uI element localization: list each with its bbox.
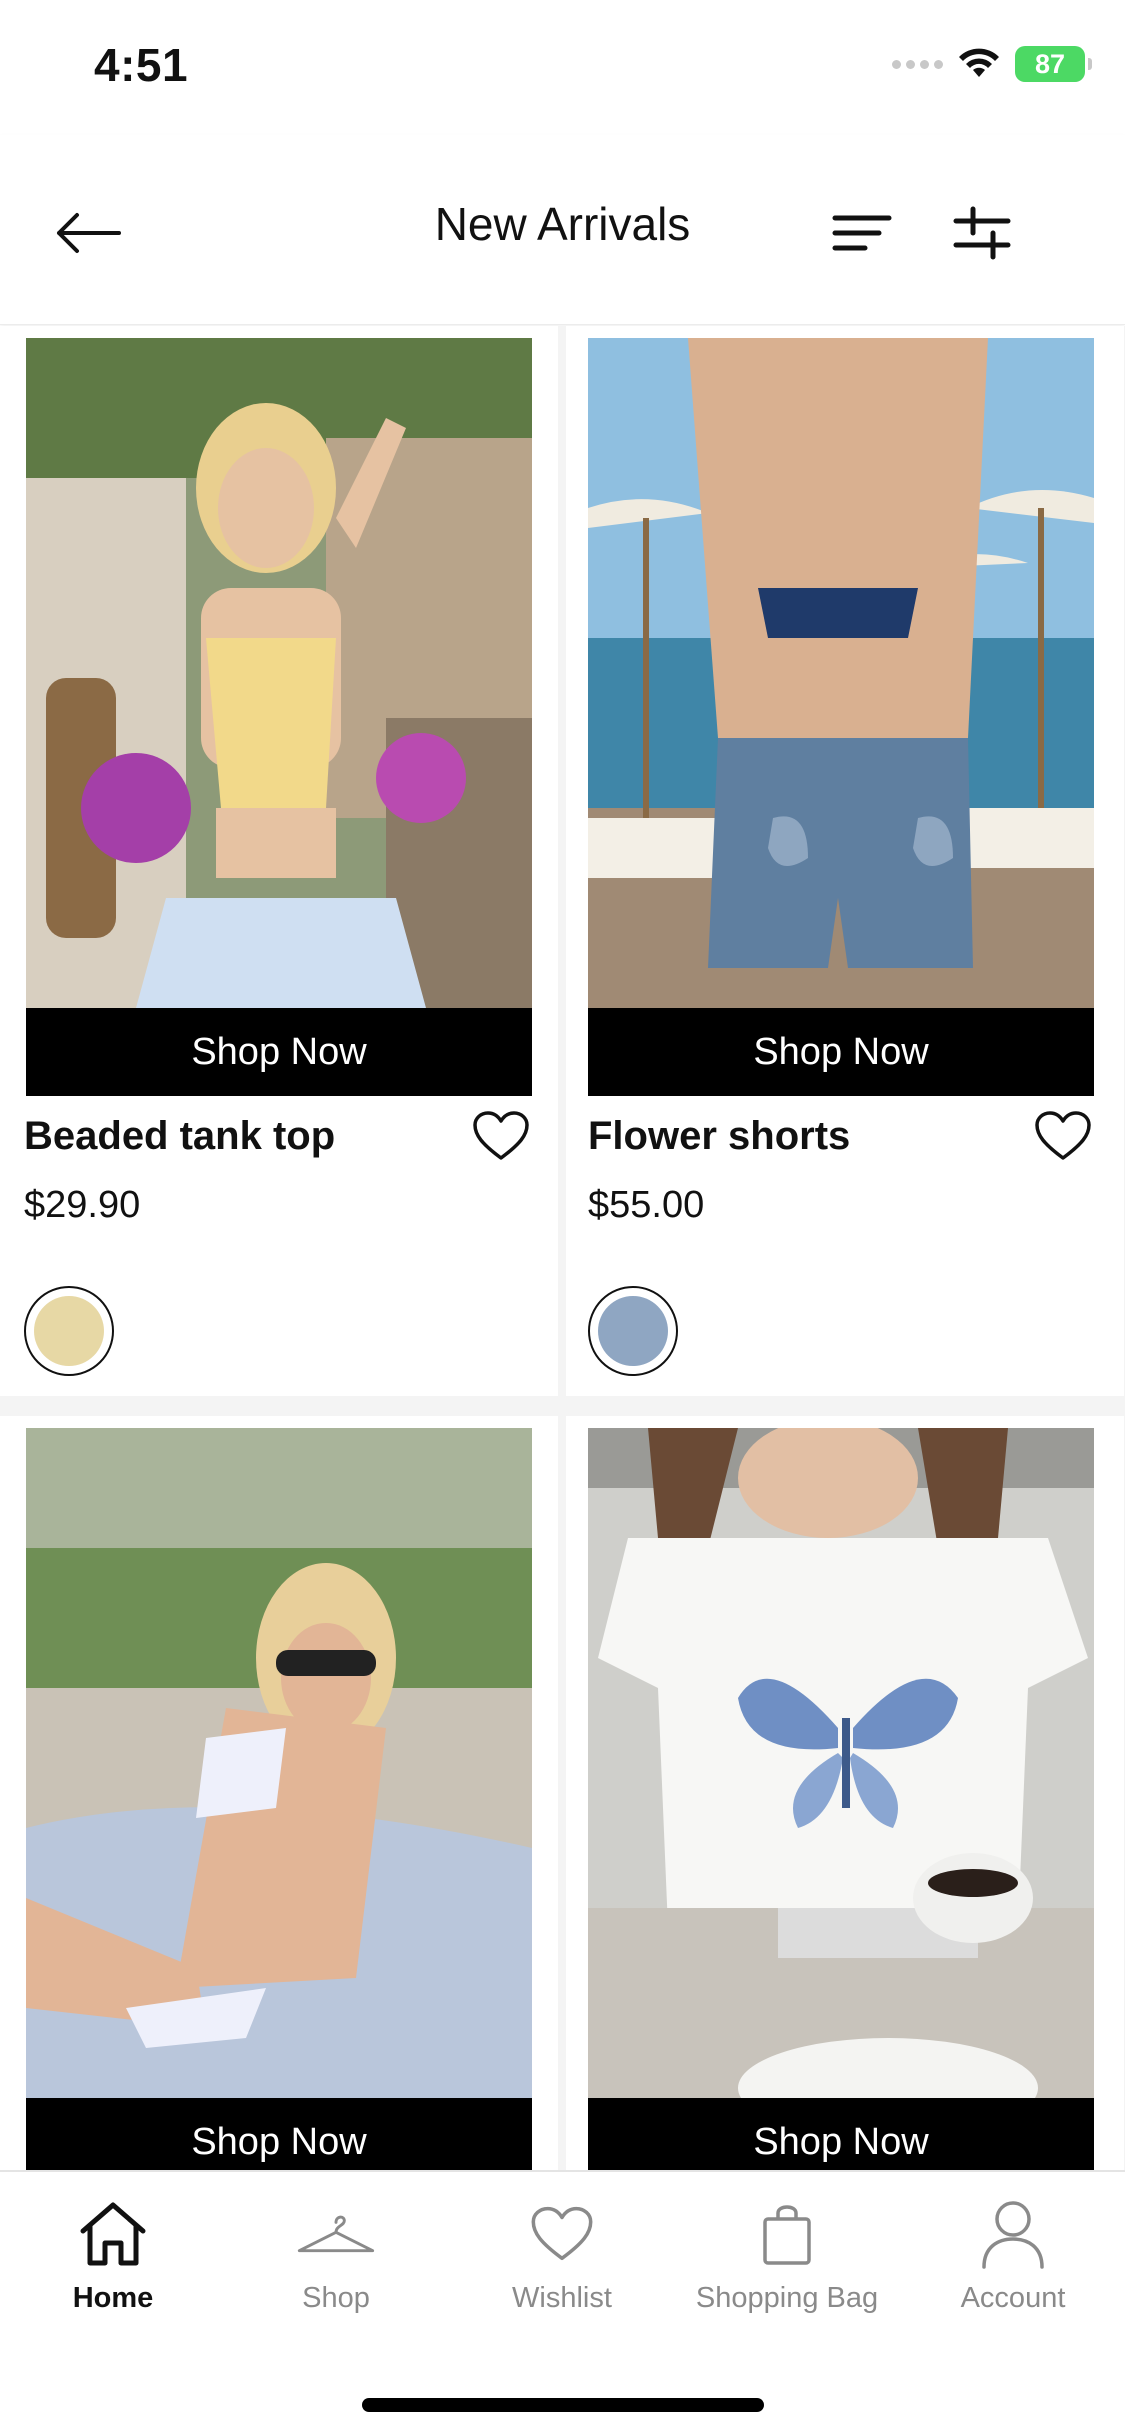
product-name[interactable]: Flower shorts	[588, 1114, 850, 1159]
product-photo[interactable]	[26, 338, 532, 1008]
status-time: 4:51	[94, 39, 189, 91]
person-icon	[973, 2196, 1053, 2272]
product-photo[interactable]	[588, 338, 1094, 1008]
bottom-tab-bar: Home Shop Wishlist Shopping Bag Account	[0, 2170, 1125, 2436]
bag-icon	[747, 2196, 827, 2272]
sort-lines-icon	[832, 215, 892, 251]
house-icon	[73, 2196, 153, 2272]
color-swatch[interactable]	[24, 1286, 114, 1376]
shop-now-button[interactable]: Shop Now	[26, 1008, 532, 1096]
wishlist-button[interactable]	[470, 1106, 532, 1166]
heart-icon	[473, 1111, 529, 1160]
product-price: $55.00	[588, 1184, 705, 1226]
heart-icon	[522, 2196, 602, 2272]
shop-now-button[interactable]: Shop Now	[588, 2098, 1094, 2171]
product-photo[interactable]	[26, 1428, 532, 2098]
shop-now-button[interactable]: Shop Now	[588, 1008, 1094, 1096]
tab-label: Wishlist	[512, 2282, 612, 2314]
tab-label: Shop	[302, 2282, 370, 2314]
home-indicator[interactable]	[362, 2398, 764, 2412]
product-photo[interactable]	[588, 1428, 1094, 2098]
wishlist-button[interactable]	[1032, 1106, 1094, 1166]
cellular-signal-icon	[892, 59, 943, 69]
sliders-icon	[953, 206, 1011, 260]
tab-account[interactable]: Account	[903, 2196, 1123, 2326]
product-grid: Shop Now Beaded tank top $29.90 Shop Now…	[0, 326, 1125, 2171]
heart-icon	[1035, 1111, 1091, 1160]
product-card[interactable]: Shop Now	[566, 1416, 1124, 2171]
shop-now-button[interactable]: Shop Now	[26, 2098, 532, 2171]
tab-wishlist[interactable]: Wishlist	[452, 2196, 672, 2326]
battery-level: 87	[1034, 48, 1066, 79]
top-nav-bar: New Arrivals	[0, 135, 1125, 325]
tab-home[interactable]: Home	[3, 2196, 223, 2326]
filter-button[interactable]	[944, 195, 1020, 271]
wifi-icon	[959, 48, 999, 77]
hanger-icon	[296, 2196, 376, 2272]
tab-label: Account	[960, 2282, 1066, 2314]
tab-label: Shopping Bag	[695, 2282, 879, 2314]
product-name[interactable]: Beaded tank top	[24, 1114, 335, 1159]
tab-shop[interactable]: Shop	[226, 2196, 446, 2326]
color-swatch-fill	[598, 1296, 668, 1366]
tab-label: Home	[72, 2282, 154, 2314]
product-card[interactable]: Shop Now Flower shorts $55.00	[566, 326, 1124, 1396]
tab-shopping-bag[interactable]: Shopping Bag	[677, 2196, 897, 2326]
status-icons: 87	[892, 46, 1092, 82]
product-price: $29.90	[24, 1184, 141, 1226]
status-bar: 4:51 87	[0, 0, 1125, 135]
color-swatch-fill	[34, 1296, 104, 1366]
product-card[interactable]: Shop Now Beaded tank top $29.90	[0, 326, 558, 1396]
battery-icon: 87	[1015, 46, 1092, 82]
product-card[interactable]: Shop Now	[0, 1416, 558, 2171]
color-swatch[interactable]	[588, 1286, 678, 1376]
sort-button[interactable]	[824, 195, 900, 271]
